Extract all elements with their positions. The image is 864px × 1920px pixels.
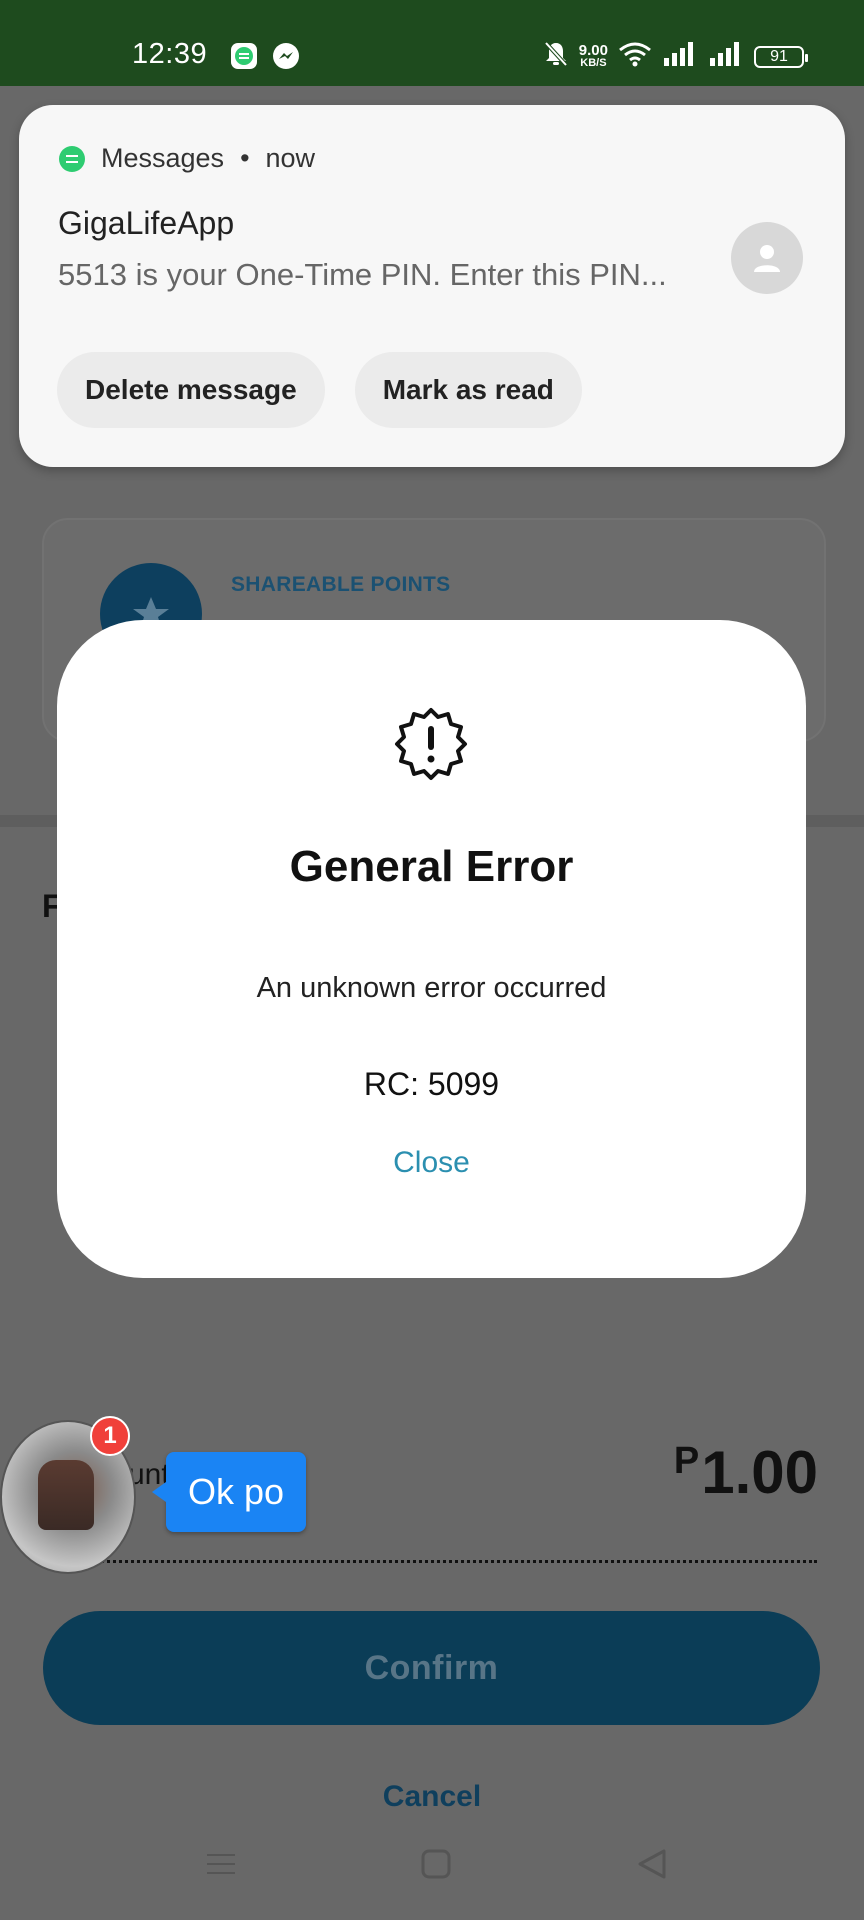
notification-app-name: Messages <box>101 143 225 173</box>
signal-icon <box>708 41 744 72</box>
menu-icon[interactable] <box>205 1848 237 1885</box>
notification-time: now <box>265 143 316 173</box>
back-icon[interactable] <box>636 1848 668 1885</box>
messenger-icon <box>272 42 300 75</box>
network-speed: 9.00 KB/S <box>578 41 608 69</box>
error-code: RC: 5099 <box>363 1066 500 1102</box>
wifi-icon <box>618 41 652 72</box>
message-icon <box>59 145 85 172</box>
amount-underline <box>42 1560 817 1563</box>
bell-off-icon <box>543 40 569 73</box>
avatar-photo <box>38 1460 94 1530</box>
battery-indicator: 91 <box>754 45 808 68</box>
confirm-button[interactable]: Confirm <box>43 1611 820 1725</box>
notification-title: GigaLifeApp <box>58 205 235 241</box>
dialog-title: General Error <box>289 842 574 891</box>
status-time: 12:39 <box>132 38 208 70</box>
cancel-link[interactable]: Cancel <box>0 1780 864 1814</box>
currency-symbol: P <box>673 1440 700 1482</box>
person-icon <box>731 222 803 294</box>
mark-as-read-button[interactable]: Mark as read <box>354 352 582 428</box>
navigation-bar <box>0 1840 864 1900</box>
message-notification[interactable]: Messages • now GigaLifeApp 5513 is your … <box>19 105 845 467</box>
signal-icon <box>662 41 698 72</box>
amount-number: 1.00 <box>701 1439 818 1506</box>
notification-body: 5513 is your One-Time PIN. Enter this PI… <box>58 257 667 292</box>
close-button[interactable]: Close <box>57 1146 806 1180</box>
notification-separator: • <box>240 143 250 173</box>
shareable-points-label: SHAREABLE POINTS <box>231 573 451 596</box>
notification-header: Messages • now <box>59 143 315 174</box>
home-icon[interactable] <box>420 1848 452 1885</box>
unread-badge: 1 <box>90 1416 130 1456</box>
delete-message-button[interactable]: Delete message <box>57 352 325 428</box>
amount-value: P 1.00 <box>674 1438 818 1507</box>
error-dialog: General Error An unknown error occurred … <box>57 620 806 1278</box>
status-bar: 12:39 9.00 KB/S 91 <box>0 0 864 86</box>
chat-head-message[interactable]: Ok po <box>151 1452 307 1532</box>
message-icon <box>230 42 258 75</box>
alert-badge-icon <box>393 706 469 787</box>
dialog-message: An unknown error occurred <box>256 972 607 1004</box>
